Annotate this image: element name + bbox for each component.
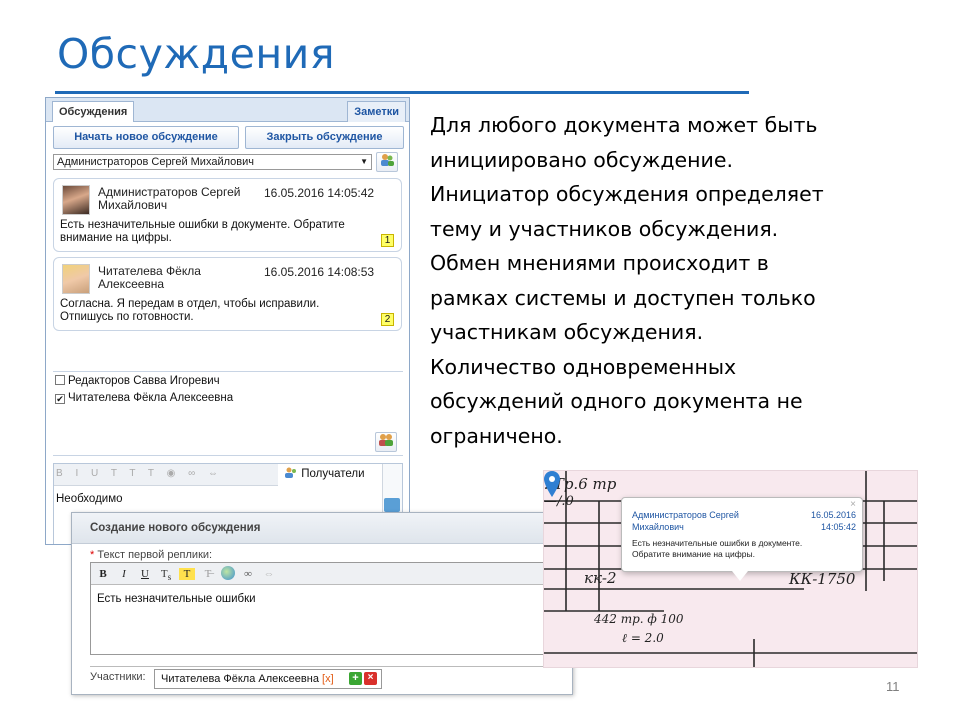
- svg-text:кк-2: кк-2: [584, 569, 617, 587]
- underline-icon[interactable]: U: [137, 568, 153, 580]
- dropdown-arrow-icon: ▼: [360, 157, 368, 166]
- close-discussion-button[interactable]: Закрыть обсуждение: [245, 126, 404, 149]
- first-reply-text: Есть незначительные ошибки: [97, 593, 256, 605]
- participant-token: Читателева Фёкла Алексеевна: [161, 673, 319, 685]
- participant-item[interactable]: Редакторов Савва Игоревич: [55, 375, 220, 387]
- message-number-badge[interactable]: 1: [381, 234, 394, 247]
- popup-text: Есть незначительные ошибки в документе. …: [632, 538, 852, 560]
- message-date: 16.05.2016 14:05:42: [264, 186, 375, 200]
- message-text: Согласна. Я передам в отдел, чтобы испра…: [60, 298, 380, 323]
- recipients-icon: [285, 467, 296, 478]
- discussions-panel: Обсуждения Заметки Начать новое обсужден…: [45, 97, 410, 545]
- dialog-header: Создание нового обсуждения ×: [72, 513, 572, 544]
- message-date: 16.05.2016 14:08:53: [264, 265, 375, 279]
- delete-icon[interactable]: ×: [364, 672, 377, 685]
- popup-tail: [732, 571, 748, 581]
- editor-toolbar: B I U T T T ◉ ∞ ⇔: [54, 464, 278, 486]
- clear-format-icon[interactable]: T̶: [200, 568, 216, 580]
- new-discussion-dialog: Создание нового обсуждения × * Текст пер…: [71, 512, 573, 695]
- message-card: Администраторов Сергей Михайлович 16.05.…: [53, 178, 402, 252]
- panel-tabs: Обсуждения Заметки: [46, 98, 409, 122]
- participant-item[interactable]: ✔ Читателева Фёкла Алексеевна: [55, 392, 233, 404]
- document-drawing: : Тр.6 тр —/.0 кк-2 КК-1750 442 тр. ф 10…: [543, 470, 918, 668]
- first-reply-label-text: Текст первой реплики:: [97, 549, 213, 561]
- message-text-line: внимание на цифры.: [60, 231, 172, 244]
- rte-toolbar: B I U Ts T T̶ ∞ ⇔: [91, 563, 559, 585]
- body-line: Количество одновременных: [430, 354, 737, 379]
- body-line: Обмен мнениями происходит в: [430, 251, 769, 275]
- map-pin-icon[interactable]: [544, 471, 560, 497]
- message-card: Читателева Фёкла Алексеевна 16.05.2016 1…: [53, 257, 402, 331]
- recipients-label: Получатели: [301, 468, 365, 480]
- popup-text-line: Обратите внимание на цифры.: [632, 549, 755, 559]
- start-discussion-button[interactable]: Начать новое обсуждение: [53, 126, 239, 149]
- popup-author: Администраторов Сергей Михайлович: [632, 509, 762, 533]
- participant-name: Читателева Фёкла Алексеевна: [68, 392, 234, 404]
- popup-text-line: Есть незначительные ошибки в документе.: [632, 538, 803, 548]
- dialog-title: Создание нового обсуждения: [90, 522, 261, 534]
- slide-title: Обсуждения: [57, 30, 335, 78]
- participants-field[interactable]: Читателева Фёкла Алексеевна [x]: [154, 669, 382, 689]
- body-line: ограничено.: [430, 423, 563, 448]
- message-text-line: Есть незначительные ошибки в документе. …: [60, 219, 345, 231]
- message-text-line: Согласна. Я передам в отдел, чтобы испра…: [60, 298, 320, 310]
- message-author: Читателева Фёкла Алексеевна: [98, 265, 258, 291]
- required-mark: *: [90, 549, 95, 561]
- divider: [90, 666, 560, 667]
- popup-datetime: 16.05.2016 14:05:42: [811, 509, 856, 533]
- body-line: рамках системы и доступен только: [430, 285, 816, 310]
- avatar: [62, 264, 90, 294]
- author-line: Михайлович: [98, 198, 168, 212]
- unlink-icon[interactable]: ⇔: [261, 568, 277, 580]
- discussion-select[interactable]: Администраторов Сергей Михайлович ▼: [53, 154, 372, 170]
- message-author: Администраторов Сергей Михайлович: [98, 186, 258, 212]
- participants-icon[interactable]: [375, 432, 397, 452]
- body-line: обсуждений одного документа не: [430, 389, 803, 413]
- body-line: участникам обсуждения.: [430, 320, 704, 344]
- add-participants-icon[interactable]: [376, 152, 398, 172]
- svg-text:442 тр. ф 100: 442 тр. ф 100: [593, 612, 684, 626]
- discussion-select-value: Администраторов Сергей Михайлович: [57, 156, 254, 168]
- body-line: Для любого документа может быть: [430, 113, 818, 137]
- popup-author-line: Администраторов Сергей: [632, 510, 739, 520]
- first-reply-editor[interactable]: B I U Ts T T̶ ∞ ⇔ Есть незначительные ошибки: [90, 562, 560, 655]
- remove-participant-link[interactable]: [x]: [322, 673, 334, 685]
- tab-notes[interactable]: Заметки: [347, 101, 406, 122]
- svg-text:ℓ = 2.0: ℓ = 2.0: [622, 631, 664, 645]
- svg-text:КК-1750: КК-1750: [788, 570, 856, 588]
- bold-icon[interactable]: B: [95, 568, 111, 580]
- recipients-tab[interactable]: Получатели: [280, 464, 384, 486]
- add-icon[interactable]: +: [349, 672, 362, 685]
- author-line: Алексеевна: [98, 277, 165, 291]
- italic-icon[interactable]: I: [116, 568, 132, 580]
- participant-checkbox[interactable]: ✔: [55, 394, 65, 404]
- title-underline: [55, 91, 749, 94]
- tab-discussions[interactable]: Обсуждения: [52, 101, 135, 122]
- message-text-line: Отпишусь по готовности.: [60, 310, 194, 323]
- page-number: 11: [886, 679, 900, 694]
- body-line: тему и участников обсуждения.: [430, 216, 779, 241]
- participant-name: Редакторов Савва Игоревич: [68, 375, 220, 387]
- text-size-icon[interactable]: Ts: [158, 568, 174, 582]
- send-icon[interactable]: [384, 498, 400, 512]
- first-reply-label: * Текст первой реплики:: [90, 549, 212, 561]
- popup-author-line: Михайлович: [632, 522, 684, 532]
- participants-list: Редакторов Савва Игоревич ✔ Читателева Фё…: [53, 371, 403, 456]
- popup-time: 14:05:42: [820, 522, 856, 532]
- message-number-badge[interactable]: 2: [381, 313, 394, 326]
- highlight-icon[interactable]: T: [179, 568, 195, 580]
- participants-label: Участники:: [90, 671, 146, 683]
- globe-icon[interactable]: [221, 566, 235, 580]
- slide-body-text: Для любого документа может быть иницииро…: [430, 108, 900, 453]
- body-line: Инициатор обсуждения определяет: [430, 182, 824, 206]
- participant-checkbox[interactable]: [55, 375, 65, 385]
- link-icon[interactable]: ∞: [240, 568, 256, 580]
- message-text: Есть незначительные ошибки в документе. …: [60, 219, 380, 244]
- avatar: [62, 185, 90, 215]
- body-line: инициировано обсуждение.: [430, 147, 734, 172]
- editor-text: Необходимо: [56, 493, 123, 505]
- popup-date: 16.05.2016: [810, 510, 856, 520]
- comment-popup: × Администраторов Сергей Михайлович 16.0…: [621, 497, 863, 581]
